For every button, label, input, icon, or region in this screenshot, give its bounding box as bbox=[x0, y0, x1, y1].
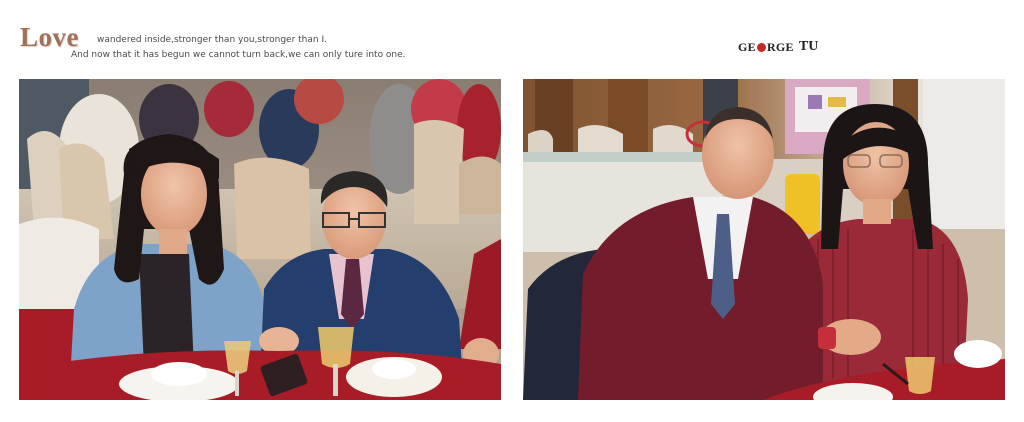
photo-left bbox=[19, 79, 501, 400]
photo-right-image bbox=[523, 79, 1005, 400]
logo-red-dot-icon bbox=[756, 43, 766, 53]
logo-text-tu: TU bbox=[798, 39, 819, 54]
photo-right bbox=[523, 79, 1005, 400]
photographer-logo: GE RGE TU bbox=[738, 37, 818, 57]
tagline-line-2: And now that it has begun we cannot turn… bbox=[71, 50, 406, 60]
tagline-line-1: wandered inside,stronger than you,strong… bbox=[97, 35, 327, 45]
photo-left-image bbox=[19, 79, 501, 400]
love-title: Love bbox=[20, 22, 79, 52]
logo-text-george: GE RGE bbox=[738, 39, 794, 54]
page-header: Love wandered inside,stronger than you,s… bbox=[0, 0, 1024, 78]
